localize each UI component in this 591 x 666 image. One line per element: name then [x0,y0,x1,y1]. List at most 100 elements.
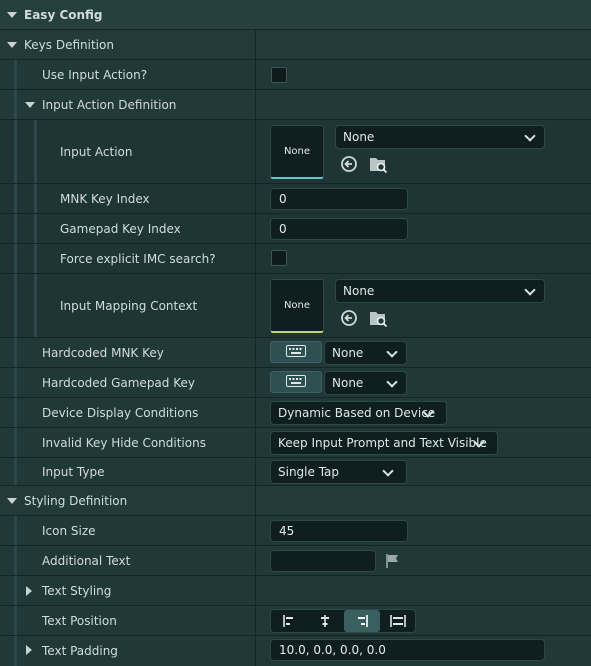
category-keys-definition[interactable]: Keys Definition [0,30,591,60]
indent-guide [14,244,17,273]
mnk-key-index-input[interactable]: 0 [270,188,408,210]
column-divider [255,184,256,213]
property-label: Use Input Action? [42,67,148,82]
gamepad-key-index-input[interactable]: 0 [270,218,408,240]
indent-guide [14,338,17,367]
browse-asset-icon[interactable] [368,308,388,328]
property-input-type: Input Type Single Tap [0,458,591,486]
input-value: 0 [279,222,287,236]
hardcoded-gamepad-key-dropdown[interactable]: None [324,371,407,395]
property-text-padding[interactable]: Text Padding 10.0, 0.0, 0.0, 0.0 [0,636,591,666]
property-additional-text: Additional Text [0,546,591,576]
indent-guide [14,606,17,635]
dropdown-value: Single Tap [278,465,340,479]
property-input-action: Input Action None None [0,120,591,184]
chevron-down-icon [524,284,536,296]
column-divider [255,576,256,605]
expand-arrow-icon[interactable] [26,645,32,655]
dropdown-value: None [332,376,364,390]
column-divider [255,274,256,337]
property-label: Input Action [60,144,133,159]
asset-picker-value: None [343,284,375,298]
force-imc-search-checkbox[interactable] [271,250,287,266]
device-display-conditions-dropdown[interactable]: Dynamic Based on Device [270,401,447,425]
indent-guide [14,428,17,457]
indent-guide [14,368,17,397]
input-value: 10.0, 0.0, 0.0, 0.0 [279,643,386,657]
column-divider [255,398,256,427]
column-divider [255,516,256,545]
browse-asset-icon[interactable] [368,154,388,174]
input-value: 0 [279,192,287,206]
column-divider [255,486,256,515]
collapse-arrow-icon[interactable] [25,102,35,108]
dropdown-value: Keep Input Prompt and Text Visible [278,436,487,450]
property-label: Hardcoded Gamepad Key [42,375,195,390]
dropdown-value: None [332,346,364,360]
property-invalid-key-hide-conditions: Invalid Key Hide Conditions Keep Input P… [0,428,591,458]
column-divider [255,368,256,397]
collapse-arrow-icon[interactable] [7,498,17,504]
property-hardcoded-mnk-key: Hardcoded MNK Key None [0,338,591,368]
additional-text-input[interactable] [270,550,376,572]
icon-size-input[interactable]: 45 [270,520,408,542]
property-label: Force explicit IMC search? [60,251,216,266]
indent-guide [14,516,17,545]
indent-guide [34,274,37,337]
expand-arrow-icon[interactable] [26,586,32,596]
hardcoded-mnk-key-dropdown[interactable]: None [324,341,407,365]
property-label: Device Display Conditions [42,405,199,420]
property-label: MNK Key Index [60,191,150,206]
column-divider [255,458,256,485]
thumbnail-label: None [283,146,311,157]
align-right-icon[interactable] [344,610,380,632]
property-label: Hardcoded MNK Key [42,345,164,360]
category-input-action-definition[interactable]: Input Action Definition [0,90,591,120]
indent-guide [14,546,17,575]
column-divider [255,338,256,367]
use-selected-asset-icon[interactable] [340,155,358,173]
keyboard-icon [286,374,306,390]
localization-flag-icon[interactable] [385,553,401,569]
invalid-key-hide-conditions-dropdown[interactable]: Keep Input Prompt and Text Visible [270,431,498,455]
align-center-icon[interactable] [307,610,343,632]
chevron-down-icon [524,130,536,142]
align-left-icon[interactable] [271,610,307,632]
input-action-thumbnail[interactable]: None [270,125,324,179]
chevron-down-icon [386,346,398,358]
collapse-arrow-icon[interactable] [7,12,17,18]
align-fill-icon[interactable] [380,610,416,632]
input-value: 45 [279,524,295,538]
property-label: Text Padding [42,644,118,658]
use-input-action-checkbox[interactable] [271,67,287,83]
category-label: Styling Definition [24,493,128,508]
category-easy-config[interactable]: Easy Config [0,0,591,30]
key-selector-button[interactable] [270,371,322,393]
property-label: Input Type [42,464,105,479]
column-divider [255,214,256,243]
property-gamepad-key-index: Gamepad Key Index 0 [0,214,591,244]
imc-thumbnail[interactable]: None [270,279,324,333]
indent-guide [14,398,17,427]
details-panel: Easy Config Keys Definition Use Input Ac… [0,0,591,666]
input-action-asset-picker[interactable]: None [335,125,545,149]
indent-guide [14,214,17,243]
dropdown-value: Dynamic Based on Device [278,406,436,420]
indent-guide [14,274,17,337]
category-label: Keys Definition [24,37,114,52]
property-text-styling[interactable]: Text Styling [0,576,591,606]
text-padding-input[interactable]: 10.0, 0.0, 0.0, 0.0 [270,639,545,661]
asset-picker-value: None [343,130,375,144]
category-styling-definition[interactable]: Styling Definition [0,486,591,516]
keyboard-icon [286,344,306,360]
property-device-display-conditions: Device Display Conditions Dynamic Based … [0,398,591,428]
property-label: Icon Size [42,523,96,538]
input-type-dropdown[interactable]: Single Tap [270,460,407,484]
column-divider [255,120,256,183]
key-selector-button[interactable] [270,341,322,363]
column-divider [255,60,256,89]
imc-asset-picker[interactable]: None [335,279,545,303]
property-text-position: Text Position [0,606,591,636]
collapse-arrow-icon[interactable] [7,42,17,48]
use-selected-asset-icon[interactable] [340,309,358,327]
